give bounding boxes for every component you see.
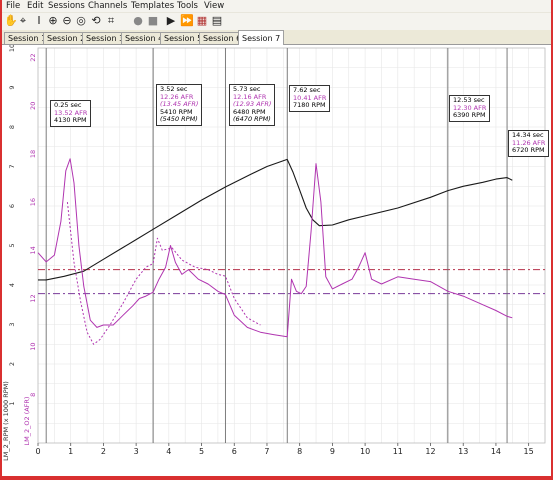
cursor-annotation-6: 14.34 sec 11.26 AFR 6720 RPM <box>508 130 550 157</box>
y-tick-label-rpm: 2 <box>8 362 16 366</box>
rewind-icon[interactable]: ⟲ <box>90 15 102 27</box>
crosshair-icon[interactable]: ⌖ <box>17 15 29 27</box>
menu-tools[interactable]: Tools <box>177 0 198 12</box>
x-tick-label: 2 <box>101 447 106 456</box>
menu-file[interactable]: File <box>6 0 20 12</box>
y-tick-label-rpm: 3 <box>8 322 16 326</box>
y-tick-label-rpm: 9 <box>8 85 16 89</box>
x-tick-label: 8 <box>297 447 302 456</box>
x-tick-label: 11 <box>393 447 403 456</box>
x-tick-label: 4 <box>166 447 171 456</box>
x-tick-label: 6 <box>232 447 237 456</box>
x-tick-label: 1 <box>68 447 73 456</box>
x-tick-label: 14 <box>491 447 501 456</box>
fast-forward-icon[interactable]: ⏩ <box>180 15 194 27</box>
y-tick-label-afr: 16 <box>29 198 37 206</box>
annotation-rpm-compare: (5450 RPM) <box>160 115 198 124</box>
record-icon[interactable]: ● <box>132 15 144 27</box>
x-tick-label: 5 <box>199 447 204 456</box>
menu-sessions[interactable]: Sessions <box>48 0 85 12</box>
x-tick-label: 12 <box>425 447 435 456</box>
x-tick-label: 3 <box>134 447 139 456</box>
y-tick-label-rpm: 4 <box>8 283 16 287</box>
chart-icon[interactable]: ▦ <box>196 15 208 27</box>
y-tick-label-rpm: 8 <box>8 125 16 129</box>
stop-icon[interactable]: ■ <box>147 15 159 27</box>
x-tick-label: 15 <box>524 447 534 456</box>
series-line-2 <box>37 158 513 338</box>
annotation-rpm: 4130 RPM <box>54 116 87 125</box>
y-tick-label-rpm: 10 <box>8 45 16 52</box>
menu-bar: File Edit Sessions Channels Templates To… <box>2 0 551 13</box>
y-tick-label-afr: 14 <box>29 246 37 254</box>
series-line-1 <box>38 158 513 281</box>
zoom-in-icon[interactable]: ⊕ <box>47 15 59 27</box>
y-tick-label-afr: 22 <box>29 53 37 61</box>
window-bottom-border <box>0 476 553 480</box>
play-icon[interactable]: ▶ <box>165 15 177 27</box>
hand-icon[interactable]: ✋ <box>4 15 18 27</box>
annotation-rpm: 6720 RPM <box>512 146 545 155</box>
y-axis-title-afr: LM_2_O2 (AFR) <box>23 397 31 446</box>
cursor-annotation-5: 12.53 sec 12.30 AFR 6390 RPM <box>449 95 491 122</box>
y-tick-label-afr: 10 <box>29 343 37 351</box>
y-tick-label-afr: 20 <box>29 102 37 110</box>
plot-area[interactable]: 0 1 2 3 4 5 6 7 8 9 10 11 12 13 14 15 10 9 8 7 6 5 4 3 2 1 22 20 18 1… <box>2 45 551 478</box>
annotation-rpm: 6390 RPM <box>453 111 486 120</box>
grid-icon[interactable]: ⌗ <box>105 15 117 27</box>
y-tick-label-afr: 18 <box>29 150 37 158</box>
cursor-annotation-4: 7.62 sec 10.41 AFR 7180 RPM <box>289 85 331 112</box>
session-tabs: Session 1 Session 2 Session 3 Session 4 … <box>2 30 551 45</box>
zoom-out-icon[interactable]: ⊖ <box>61 15 73 27</box>
x-tick-label: 7 <box>264 447 269 456</box>
toolbar: ✋ ⌖ I ⊕ ⊖ ◎ ⟲ ⌗ ● ■ ▶ ⏩ ▦ ▤ <box>2 13 551 30</box>
cursor-annotation-2: 3.52 sec 12.26 AFR (13.45 AFR) 5410 RPM … <box>156 84 203 126</box>
x-tick-label: 10 <box>360 447 370 456</box>
menu-templates[interactable]: Templates <box>131 0 174 12</box>
y-tick-label-rpm: 7 <box>8 164 16 168</box>
y-axis-title-rpm: LM_2_RPM (x 1000 RPM) <box>2 381 10 461</box>
y-tick-label-rpm: 5 <box>8 243 16 247</box>
y-tick-label-rpm: 6 <box>8 204 16 208</box>
cursor-annotation-1: 0.25 sec 13.52 AFR 4130 RPM <box>50 100 92 127</box>
menu-channels[interactable]: Channels <box>88 0 127 12</box>
annotation-rpm-compare: (6470 RPM) <box>233 115 271 124</box>
text-cursor-icon[interactable]: I <box>33 15 45 27</box>
x-tick-label: 9 <box>330 447 335 456</box>
y-tick-label-afr: 8 <box>29 393 37 397</box>
x-tick-label: 0 <box>35 447 40 456</box>
annotation-rpm: 7180 RPM <box>293 101 326 110</box>
cursor-annotation-3: 5.73 sec 12.16 AFR (12.93 AFR) 6480 RPM … <box>229 84 276 126</box>
menu-edit[interactable]: Edit <box>27 0 43 12</box>
x-tick-label: 13 <box>458 447 468 456</box>
tab-session-7[interactable]: Session 7 <box>238 30 285 45</box>
zoom-reset-icon[interactable]: ◎ <box>75 15 87 27</box>
y-tick-label-afr: 12 <box>29 294 37 302</box>
menu-view[interactable]: View <box>204 0 224 12</box>
table-icon[interactable]: ▤ <box>211 15 223 27</box>
